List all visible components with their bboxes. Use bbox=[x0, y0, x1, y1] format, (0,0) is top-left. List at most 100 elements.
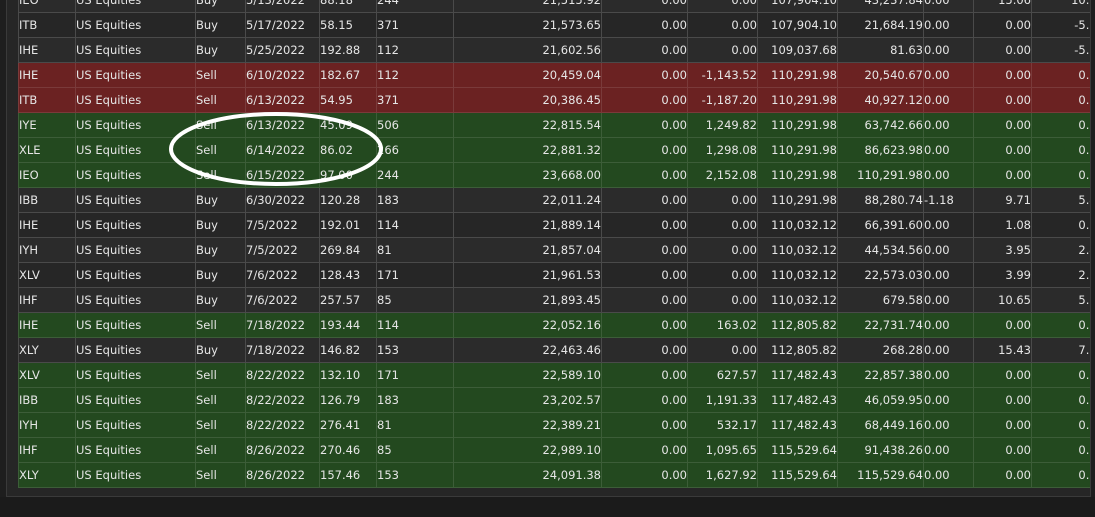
value-cell: 0.00 bbox=[923, 12, 974, 38]
table-row[interactable]: IYH US Equities Buy 7/5/2022 269.84 81 21,857.… bbox=[18, 237, 1090, 263]
price-cell: 269.84 bbox=[319, 237, 377, 263]
value-cell: 0.00 bbox=[1031, 462, 1090, 488]
quantity-cell: 153 bbox=[376, 462, 454, 488]
value-cell: 0.00 bbox=[601, 62, 688, 88]
date-cell: 7/18/2022 bbox=[245, 312, 320, 338]
date-cell: 6/13/2022 bbox=[245, 87, 320, 113]
table-row[interactable]: IHE US Equities Sell 6/10/2022 182.67 112 20,4… bbox=[18, 62, 1090, 88]
side-cell: Sell bbox=[195, 412, 246, 438]
side-cell: Sell bbox=[195, 437, 246, 463]
value-cell: 0.00 bbox=[973, 137, 1032, 163]
table-row[interactable]: IHF US Equities Sell 8/26/2022 270.46 85 22,98… bbox=[18, 437, 1090, 463]
quantity-cell: 371 bbox=[376, 12, 454, 38]
table-row[interactable]: IEO US Equities Sell 6/15/2022 97.00 244 23,66… bbox=[18, 162, 1090, 188]
value-cell: 679.58 bbox=[837, 287, 924, 313]
value-cell: 0.00 bbox=[923, 387, 974, 413]
value-cell: 9.71 bbox=[973, 187, 1032, 213]
price-cell: 54.95 bbox=[319, 87, 377, 113]
table-row[interactable]: IBB US Equities Sell 8/22/2022 126.79 183 23,2… bbox=[18, 387, 1090, 413]
symbol-cell: XLE bbox=[18, 137, 76, 163]
value-cell: 0.00 bbox=[973, 387, 1032, 413]
value-cell: 107,904.10 bbox=[757, 0, 838, 13]
date-cell: 6/10/2022 bbox=[245, 62, 320, 88]
table-row[interactable]: IBB US Equities Buy 6/30/2022 120.28 183 22,01… bbox=[18, 187, 1090, 213]
date-cell: 8/26/2022 bbox=[245, 462, 320, 488]
symbol-cell: IYH bbox=[18, 412, 76, 438]
date-cell: 5/17/2022 bbox=[245, 12, 320, 38]
trade-log-panel: IEO US Equities Buy 5/13/2022 88.18 244 21,515… bbox=[6, 0, 1091, 497]
quantity-cell: 244 bbox=[376, 162, 454, 188]
table-row[interactable]: IHE US Equities Buy 7/5/2022 192.01 114 21,889… bbox=[18, 212, 1090, 238]
value-cell: 107,904.10 bbox=[757, 12, 838, 38]
asset-class-cell: US Equities bbox=[75, 37, 196, 63]
pnl-cell: -1,143.52 bbox=[687, 62, 758, 88]
asset-class-cell: US Equities bbox=[75, 0, 196, 13]
bottom-bar bbox=[0, 497, 1095, 517]
side-cell: Sell bbox=[195, 162, 246, 188]
value-cell: 63,742.66 bbox=[837, 112, 924, 138]
value-cell: 3.95 bbox=[973, 237, 1032, 263]
asset-class-cell: US Equities bbox=[75, 187, 196, 213]
table-row[interactable]: IHE US Equities Buy 5/25/2022 192.88 112 21,60… bbox=[18, 37, 1090, 63]
value-cell: 0.00 bbox=[601, 412, 688, 438]
value-cell: 112,805.82 bbox=[757, 337, 838, 363]
price-cell: 146.82 bbox=[319, 337, 377, 363]
table-row[interactable]: IHF US Equities Buy 7/6/2022 257.57 85 21,893.… bbox=[18, 287, 1090, 313]
asset-class-cell: US Equities bbox=[75, 437, 196, 463]
value-cell: 115,529.64 bbox=[837, 462, 924, 488]
value-cell: 22,589.10 bbox=[453, 362, 602, 388]
symbol-cell: IHE bbox=[18, 62, 76, 88]
asset-class-cell: US Equities bbox=[75, 412, 196, 438]
symbol-cell: IYH bbox=[18, 237, 76, 263]
table-row[interactable]: XLE US Equities Sell 6/14/2022 86.02 266 22,88… bbox=[18, 137, 1090, 163]
table-row[interactable]: IYE US Equities Sell 6/13/2022 45.09 506 22,81… bbox=[18, 112, 1090, 138]
price-cell: 45.09 bbox=[319, 112, 377, 138]
table-row[interactable]: ITB US Equities Buy 5/17/2022 58.15 371 21,573… bbox=[18, 12, 1090, 38]
value-cell: 0.00 bbox=[601, 387, 688, 413]
value-cell: 21,893.45 bbox=[453, 287, 602, 313]
value-cell: 117,482.43 bbox=[757, 362, 838, 388]
value-cell: 0.00 bbox=[973, 87, 1032, 113]
value-cell: 0.00 bbox=[601, 112, 688, 138]
table-row[interactable]: IYH US Equities Sell 8/22/2022 276.41 81 22,38… bbox=[18, 412, 1090, 438]
value-cell: 0.00 bbox=[923, 0, 974, 13]
value-cell: 112,805.82 bbox=[757, 312, 838, 338]
value-cell: 110,032.12 bbox=[757, 237, 838, 263]
value-cell: 0.00 bbox=[1031, 387, 1090, 413]
value-cell: 115,529.64 bbox=[757, 437, 838, 463]
quantity-cell: 112 bbox=[376, 62, 454, 88]
value-cell: 110,291.98 bbox=[757, 87, 838, 113]
side-cell: Buy bbox=[195, 37, 246, 63]
date-cell: 7/5/2022 bbox=[245, 237, 320, 263]
price-cell: 192.88 bbox=[319, 37, 377, 63]
side-cell: Sell bbox=[195, 62, 246, 88]
value-cell: 0.00 bbox=[923, 237, 974, 263]
value-cell: 110,291.98 bbox=[757, 62, 838, 88]
table-row[interactable]: IEO US Equities Buy 5/13/2022 88.18 244 21,515… bbox=[18, 0, 1090, 13]
table-row[interactable]: XLY US Equities Buy 7/18/2022 146.82 153 22,46… bbox=[18, 337, 1090, 363]
value-cell: 22,463.46 bbox=[453, 337, 602, 363]
table-row[interactable]: XLV US Equities Buy 7/6/2022 128.43 171 21,961… bbox=[18, 262, 1090, 288]
value-cell: 20,459.04 bbox=[453, 62, 602, 88]
quantity-cell: 171 bbox=[376, 362, 454, 388]
value-cell: 0.00 bbox=[601, 287, 688, 313]
value-cell: 91,438.26 bbox=[837, 437, 924, 463]
side-cell: Sell bbox=[195, 387, 246, 413]
pnl-cell: 0.00 bbox=[687, 337, 758, 363]
table-row[interactable]: ITB US Equities Sell 6/13/2022 54.95 371 20,38… bbox=[18, 87, 1090, 113]
price-cell: 128.43 bbox=[319, 262, 377, 288]
value-cell: 0.00 bbox=[923, 137, 974, 163]
side-cell: Buy bbox=[195, 0, 246, 13]
quantity-cell: 244 bbox=[376, 0, 454, 13]
pnl-cell: 0.00 bbox=[687, 287, 758, 313]
table-row[interactable]: XLY US Equities Sell 8/26/2022 157.46 153 24,0… bbox=[18, 462, 1090, 488]
value-cell: 110,032.12 bbox=[757, 287, 838, 313]
pnl-cell: 0.00 bbox=[687, 212, 758, 238]
value-cell: 0.00 bbox=[1031, 312, 1090, 338]
table-row[interactable]: IHE US Equities Sell 7/18/2022 193.44 114 22,0… bbox=[18, 312, 1090, 338]
table-row[interactable]: XLV US Equities Sell 8/22/2022 132.10 171 22,5… bbox=[18, 362, 1090, 388]
value-cell: 0.00 bbox=[601, 437, 688, 463]
value-cell: 0.00 bbox=[1031, 62, 1090, 88]
asset-class-cell: US Equities bbox=[75, 262, 196, 288]
value-cell: 20,386.45 bbox=[453, 87, 602, 113]
